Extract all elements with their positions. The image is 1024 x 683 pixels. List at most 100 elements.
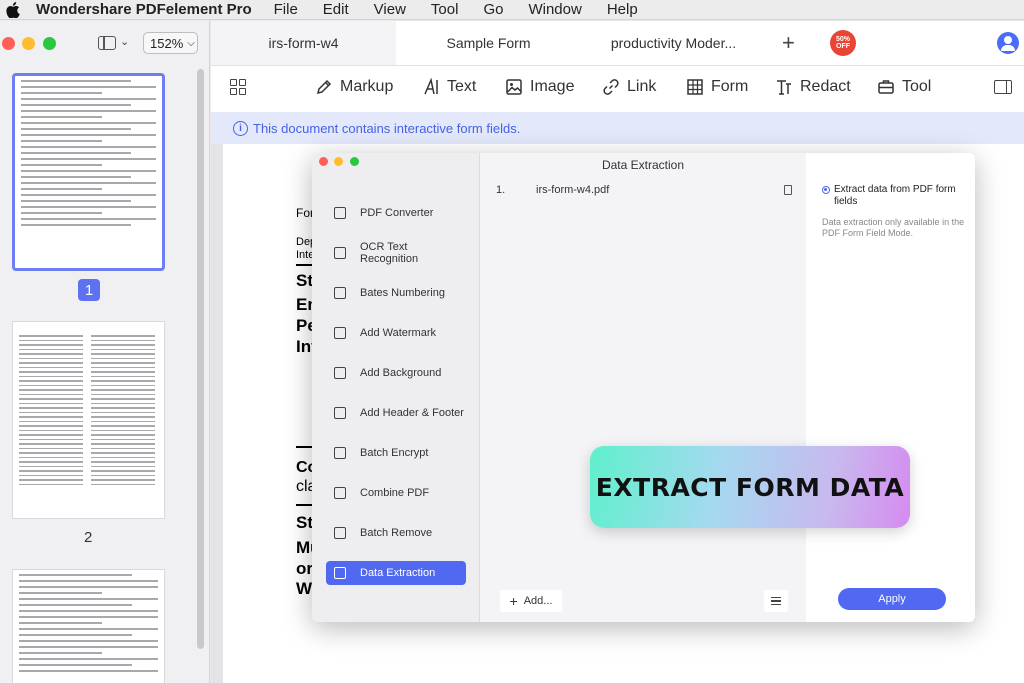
page-thumbnail-1[interactable] [12,73,165,271]
image-button[interactable]: Image [504,77,574,97]
chevron-down-icon[interactable]: ⌄ [120,35,129,48]
side-item-header-footer[interactable]: Add Header & Footer [326,401,466,425]
text-button[interactable]: Text [421,77,476,97]
dialog-title: Data Extraction [601,158,685,172]
apply-button[interactable]: Apply [838,588,946,610]
pen-icon [314,77,334,97]
form-button[interactable]: Form [685,77,748,97]
tab-productivity[interactable]: productivity Moder... [581,21,766,65]
side-item-label: Add Watermark [360,327,437,339]
page-number-2[interactable]: 2 [84,529,92,546]
watermark-icon [334,327,346,339]
image-icon [504,77,524,97]
mode-note: Data extraction only available in the PD… [822,217,965,238]
ocr-icon [334,247,346,259]
side-item-ocr[interactable]: OCR Text Recognition [326,241,466,265]
side-item-pdf-converter[interactable]: PDF Converter [326,201,466,225]
thumbnail-scrollbar[interactable] [197,69,204,649]
form-fields-notice: i This document contains interactive for… [211,112,1024,144]
zoom-window-button[interactable] [43,37,56,50]
options-pane: Extract data from PDF form fields Data e… [806,153,975,622]
side-item-batch-remove[interactable]: Batch Remove [326,521,466,545]
bates-icon [334,287,346,299]
menu-app-name[interactable]: Wondershare PDFelement Pro [36,1,252,18]
notice-text: This document contains interactive form … [253,120,521,136]
page-thumbnail-2[interactable] [12,321,165,519]
dialog-zoom-button[interactable] [350,157,359,166]
batch-tools-sidebar: PDF Converter OCR Text Recognition Bates… [312,153,480,622]
side-item-label: PDF Converter [360,207,434,219]
tool-button[interactable]: Tool [876,77,931,97]
grid-view-icon[interactable] [230,79,246,95]
side-item-label: Data Extraction [360,567,436,579]
page-number-1[interactable]: 1 [78,279,100,301]
side-item-label: Add Background [360,367,442,379]
tab-irs-form-w4[interactable]: irs-form-w4 [211,21,396,65]
page-thumbnail-3[interactable] [12,569,165,683]
link-button[interactable]: Link [601,77,656,97]
plus-icon: + [509,593,518,609]
close-window-button[interactable] [2,37,15,50]
add-files-button[interactable]: + Add... [500,590,562,612]
file-row[interactable]: 1. irs-form-w4.pdf [496,184,792,196]
extract-form-radio[interactable] [822,186,830,194]
info-icon: i [233,120,248,136]
side-item-batch-encrypt[interactable]: Batch Encrypt [326,441,466,465]
trash-icon [334,527,346,539]
menu-window[interactable]: Window [528,1,581,18]
link-icon [601,77,621,97]
side-item-add-background[interactable]: Add Background [326,361,466,385]
menu-file[interactable]: File [274,1,298,18]
side-item-data-extraction[interactable]: Data Extraction [326,561,466,585]
menu-help[interactable]: Help [607,1,638,18]
file-list-pane: 1. irs-form-w4.pdf + Add... [480,153,806,622]
menu-view[interactable]: View [374,1,406,18]
zoom-select[interactable]: 152% ⌵ [143,32,198,54]
markup-label: Markup [340,78,394,95]
sidebar-toggle-icon[interactable] [98,36,116,50]
markup-button[interactable]: Markup [314,77,393,97]
minimize-window-button[interactable] [22,37,35,50]
redact-button[interactable]: Redact [774,77,851,97]
promo-badge[interactable]: 50% OFF [830,30,856,56]
link-label: Link [627,78,657,95]
side-item-label: Add Header & Footer [360,407,464,419]
document-icon[interactable] [784,185,792,195]
extract-form-label[interactable]: Extract data from PDF form fields [834,184,969,208]
side-item-label: Combine PDF [360,487,430,499]
right-panel-icon[interactable] [994,80,1012,94]
side-item-add-watermark[interactable]: Add Watermark [326,321,466,345]
list-menu-button[interactable] [764,590,788,612]
side-item-label: Batch Encrypt [360,447,429,459]
redact-icon [774,77,794,97]
convert-icon [334,207,346,219]
side-item-label: Bates Numbering [360,287,445,299]
apple-icon[interactable] [6,1,20,18]
dialog-minimize-button[interactable] [334,157,343,166]
menu-go[interactable]: Go [483,1,503,18]
image-label: Image [530,78,575,95]
tab-bar: irs-form-w4 Sample Form productivity Mod… [211,21,1024,66]
side-item-combine-pdf[interactable]: Combine PDF [326,481,466,505]
combine-icon [334,487,346,499]
redact-label: Redact [800,78,851,95]
side-item-label: OCR Text Recognition [360,241,419,265]
main-toolbar: Markup Text Image Link Form Redact Tool [211,66,1024,112]
dialog-close-button[interactable] [319,157,328,166]
zoom-value: 152% [150,35,184,51]
chevron-down-icon: ⌵ [187,37,195,49]
background-icon [334,367,346,379]
toolbox-icon [876,77,896,97]
tab-sample-form[interactable]: Sample Form [396,21,581,65]
header-footer-icon [334,407,346,419]
menu-tool[interactable]: Tool [431,1,459,18]
side-item-bates-numbering[interactable]: Bates Numbering [326,281,466,305]
menu-edit[interactable]: Edit [323,1,349,18]
data-extraction-dialog: PDF Converter OCR Text Recognition Bates… [312,153,975,622]
add-files-label: Add... [523,595,553,607]
new-tab-icon[interactable]: + [782,30,795,56]
tool-label: Tool [902,78,932,95]
form-label: Form [711,78,749,95]
form-grid-icon [685,77,705,97]
user-account-icon[interactable] [997,32,1019,54]
